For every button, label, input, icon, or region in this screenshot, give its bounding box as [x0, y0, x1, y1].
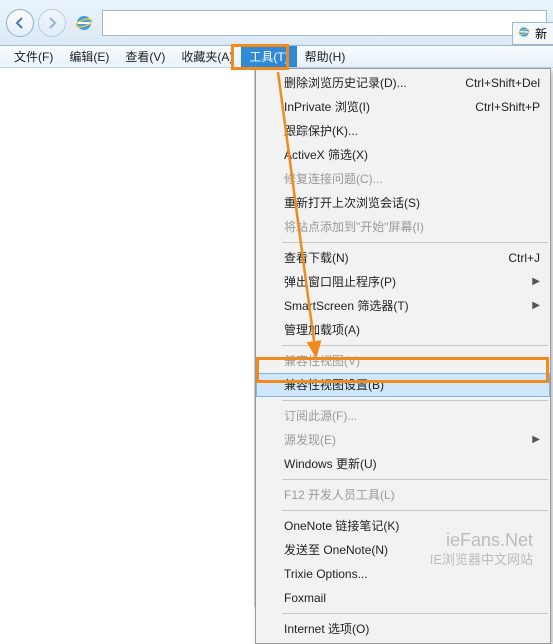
menu-item-label: 重新打开上次浏览会话(S) [284, 195, 420, 211]
submenu-arrow-icon: ▶ [532, 298, 540, 314]
browser-toolbar [0, 0, 553, 46]
menu-separator [282, 242, 548, 243]
tab[interactable]: 新 [512, 22, 553, 45]
menu-item[interactable]: Trixie Options... [256, 562, 550, 586]
menu-item-shortcut: Ctrl+J [488, 250, 540, 266]
menu-item-label: 订阅此源(F)... [284, 408, 357, 424]
menu-item: 兼容性视图(V) [256, 349, 550, 373]
menu-item[interactable]: InPrivate 浏览(I) Ctrl+Shift+P [256, 95, 550, 119]
menu-separator [282, 345, 548, 346]
menu-item-label: Internet 选项(O) [284, 621, 369, 637]
menu-item-label: ActiveX 筛选(X) [284, 147, 368, 163]
menu-item-label: F12 开发人员工具(L) [284, 487, 395, 503]
menu-separator [282, 400, 548, 401]
menu-item-label: 将站点添加到"开始"屏幕(I) [284, 219, 424, 235]
menu-item-label: Trixie Options... [284, 566, 368, 582]
menu-item-label: Windows 更新(U) [284, 456, 377, 472]
menu-item-label: Foxmail [284, 590, 326, 606]
menu-separator [282, 613, 548, 614]
menu-item[interactable]: 查看下载(N) Ctrl+J [256, 246, 550, 270]
menu-item-shortcut: Ctrl+Shift+P [455, 99, 540, 115]
tools-dropdown: 删除浏览历史记录(D)... Ctrl+Shift+Del InPrivate 浏览… [255, 68, 551, 644]
menu-item[interactable]: Foxmail [256, 586, 550, 610]
menu-item: 修复连接问题(C)... [256, 167, 550, 191]
content-area [0, 68, 255, 607]
menu-item-label: 修复连接问题(C)... [284, 171, 383, 187]
tab-label: 新 [535, 25, 547, 42]
menu-tools[interactable]: 工具(T) [241, 46, 296, 67]
menu-item-shortcut: Ctrl+Shift+Del [445, 75, 540, 91]
menu-item[interactable]: Windows 更新(U) [256, 452, 550, 476]
menu-separator [282, 510, 548, 511]
submenu-arrow-icon: ▶ [532, 432, 540, 448]
ie-tab-icon [517, 25, 531, 42]
menubar: 文件(F) 编辑(E) 查看(V) 收藏夹(A) 工具(T) 帮助(H) [0, 46, 553, 68]
menu-item[interactable]: ActiveX 筛选(X) [256, 143, 550, 167]
menu-item[interactable]: 弹出窗口阻止程序(P) ▶ [256, 270, 550, 294]
menu-help[interactable]: 帮助(H) [297, 46, 354, 67]
menu-item: 订阅此源(F)... [256, 404, 550, 428]
address-bar[interactable] [102, 10, 547, 36]
menu-edit[interactable]: 编辑(E) [61, 46, 117, 67]
menu-item-label: 兼容性视图设置(B) [284, 377, 384, 393]
menu-item-label: 源发现(E) [284, 432, 336, 448]
menu-item: 将站点添加到"开始"屏幕(I) [256, 215, 550, 239]
menu-file[interactable]: 文件(F) [6, 46, 61, 67]
menu-item-label: 管理加载项(A) [284, 322, 360, 338]
menu-item[interactable]: SmartScreen 筛选器(T) ▶ [256, 294, 550, 318]
menu-item: F12 开发人员工具(L) [256, 483, 550, 507]
menu-item-label: SmartScreen 筛选器(T) [284, 298, 409, 314]
ie-logo-icon [74, 13, 94, 33]
menu-separator [282, 479, 548, 480]
menu-item[interactable]: Internet 选项(O) [256, 617, 550, 641]
menu-item-label: 查看下载(N) [284, 250, 349, 266]
menu-item: 源发现(E) ▶ [256, 428, 550, 452]
forward-button[interactable] [38, 9, 66, 37]
menu-item[interactable]: 重新打开上次浏览会话(S) [256, 191, 550, 215]
menu-item[interactable]: OneNote 链接笔记(K) [256, 514, 550, 538]
menu-item-label: InPrivate 浏览(I) [284, 99, 370, 115]
menu-item-label: 兼容性视图(V) [284, 353, 360, 369]
menu-item[interactable]: 删除浏览历史记录(D)... Ctrl+Shift+Del [256, 71, 550, 95]
submenu-arrow-icon: ▶ [532, 274, 540, 290]
menu-favorites[interactable]: 收藏夹(A) [173, 46, 241, 67]
back-button[interactable] [6, 9, 34, 37]
menu-item[interactable]: 跟踪保护(K)... [256, 119, 550, 143]
menu-item-label: 发送至 OneNote(N) [284, 542, 388, 558]
menu-item[interactable]: 管理加载项(A) [256, 318, 550, 342]
menu-item[interactable]: 兼容性视图设置(B) [256, 373, 550, 397]
menu-item-label: OneNote 链接笔记(K) [284, 518, 399, 534]
menu-item-label: 跟踪保护(K)... [284, 123, 358, 139]
menu-view[interactable]: 查看(V) [117, 46, 173, 67]
menu-item-label: 删除浏览历史记录(D)... [284, 75, 407, 91]
menu-item[interactable]: 发送至 OneNote(N) [256, 538, 550, 562]
menu-item-label: 弹出窗口阻止程序(P) [284, 274, 396, 290]
